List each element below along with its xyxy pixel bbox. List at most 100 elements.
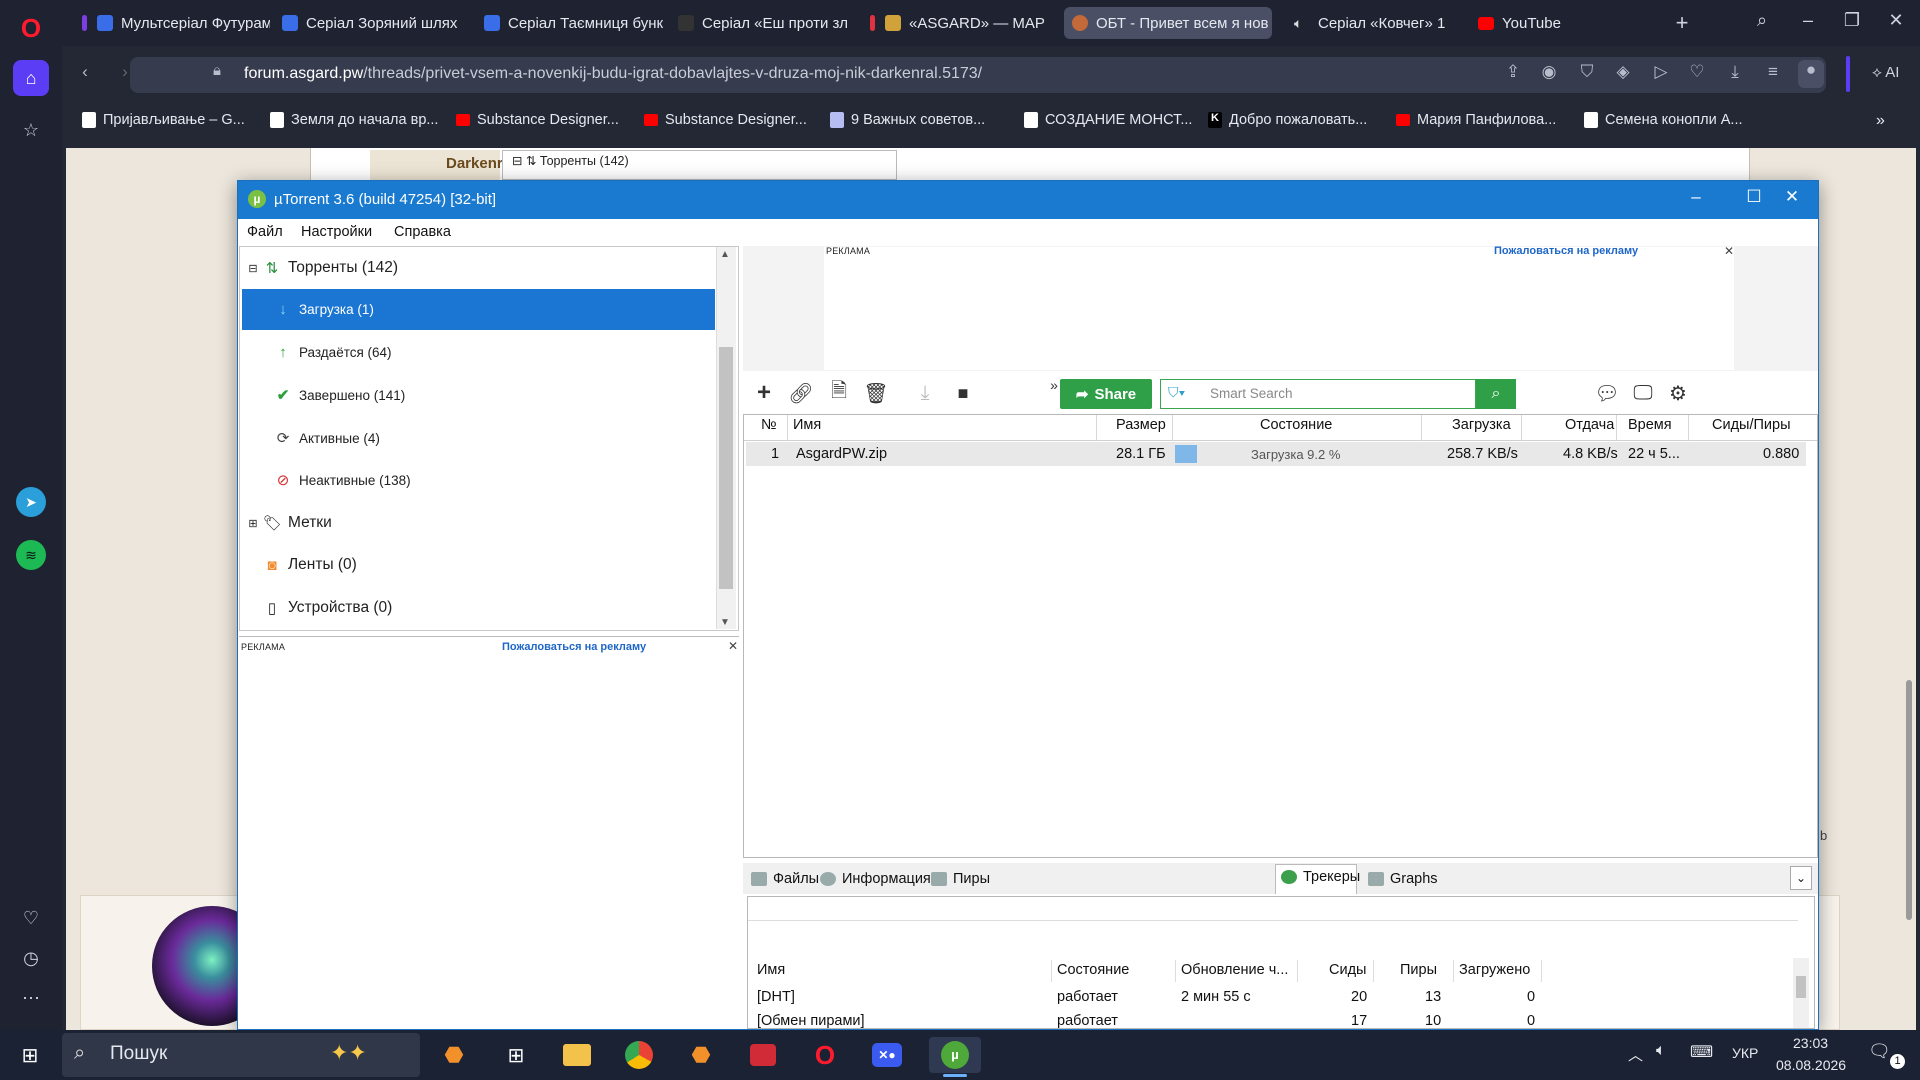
tab-files[interactable]: Файлы — [751, 871, 819, 887]
col-time[interactable]: Время — [1628, 417, 1672, 433]
add-link-icon[interactable]: 🔗︎ — [785, 377, 817, 409]
profile-icon[interactable]: ● — [1798, 60, 1824, 88]
tab-graphs[interactable]: Graphs — [1368, 871, 1438, 887]
fl-studio-2-icon[interactable]: ⬣ — [681, 1037, 721, 1073]
collapse-detail-icon[interactable]: ⌄ — [1790, 866, 1812, 890]
tree-scroll-thumb[interactable] — [719, 347, 733, 589]
tree-active[interactable]: ⟳ Активные (4) — [274, 429, 380, 447]
ut-minimize-button[interactable]: – — [1672, 187, 1720, 213]
volume-icon[interactable]: 🔈︎ — [1656, 1042, 1666, 1060]
more-icon[interactable]: ⋯ — [13, 980, 49, 1016]
shield-icon[interactable]: ⛉ — [1574, 62, 1600, 82]
tr-col-peers[interactable]: Пиры — [1400, 962, 1437, 978]
stop-icon[interactable]: ■ — [947, 377, 979, 409]
page-scrollbar[interactable] — [1906, 680, 1912, 920]
xbox-icon[interactable]: ✕● — [867, 1037, 907, 1073]
bookmark-item[interactable]: Мария Панфилова... — [1396, 112, 1556, 128]
tree-inactive[interactable]: ⊘ Неактивные (138) — [274, 471, 411, 489]
heart-icon[interactable]: ♡ — [13, 900, 49, 936]
bookmark-item[interactable]: СОЗДАНИЕ МОНСТ... — [1024, 112, 1192, 128]
clock-date[interactable]: 08.08.2026 — [1776, 1057, 1846, 1073]
scroll-down-icon[interactable]: ▼ — [720, 617, 730, 628]
tr-col-status[interactable]: Состояние — [1057, 962, 1129, 978]
opera-logo-icon[interactable]: O — [13, 10, 49, 46]
tab-youtube[interactable]: YouTube — [1470, 7, 1590, 39]
history-icon[interactable]: ◷ — [13, 940, 49, 976]
col-number[interactable]: № — [761, 417, 777, 433]
tree-labels[interactable]: ⊞ 🏷︎ Метки — [247, 514, 331, 532]
chrome-icon[interactable] — [619, 1037, 659, 1073]
notifications-icon[interactable]: 🗨︎ — [1868, 1041, 1891, 1062]
opera-taskbar-icon[interactable]: O — [805, 1037, 845, 1073]
file-explorer-icon[interactable] — [557, 1037, 597, 1073]
tab-ash-vs[interactable]: Серіал «Еш проти зло — [670, 7, 848, 39]
tab-peers[interactable]: Пиры — [931, 871, 990, 887]
tray-overflow-icon[interactable]: ︿ — [1628, 1044, 1643, 1065]
settings-gear-icon[interactable]: ⚙ — [1662, 377, 1694, 409]
search-provider-icon[interactable]: ⛉▾ — [1168, 384, 1185, 401]
tree-torrents[interactable]: ⊟ ⇅ Торренты (142) — [247, 259, 398, 277]
minimize-button[interactable]: – — [1794, 10, 1822, 36]
tree-completed[interactable]: ✔ Завершено (141) — [274, 386, 406, 404]
menu-help[interactable]: Справка — [394, 224, 451, 240]
tab-asgard-map[interactable]: «ASGARD» — MAP — [862, 7, 1058, 39]
scroll-up-icon[interactable]: ▲ — [720, 249, 730, 260]
create-torrent-icon[interactable]: 🗎︎ — [823, 377, 855, 409]
search-button[interactable]: ⌕ — [1476, 379, 1516, 409]
share-button[interactable]: ➦ Share — [1060, 379, 1152, 409]
lock-icon[interactable]: 🔒︎ — [204, 62, 230, 79]
bookmark-item[interactable]: Substance Designer... — [456, 112, 619, 128]
col-upload[interactable]: Отдача — [1565, 417, 1614, 433]
bookmark-item[interactable]: Пријављивање – G... — [82, 112, 245, 128]
tree-downloading[interactable]: ↓ Загрузка (1) — [274, 301, 374, 318]
top-ad-banner[interactable] — [824, 247, 1734, 370]
top-ad-close-icon[interactable]: ✕ — [1724, 244, 1734, 258]
menu-settings[interactable]: Настройки — [301, 224, 372, 240]
fl-studio-icon[interactable]: ⬣ — [434, 1037, 474, 1073]
play-icon[interactable]: ▷ — [1648, 62, 1674, 82]
bookmark-item[interactable]: K Добро пожаловать... — [1208, 112, 1367, 128]
language-indicator[interactable]: УКР — [1732, 1045, 1758, 1061]
forum-username[interactable]: Darkenr — [446, 155, 503, 172]
smart-search-input[interactable] — [1160, 379, 1476, 409]
start-download-icon[interactable]: ⤓ — [909, 377, 941, 409]
aria-ai-button[interactable]: ⟡ AI — [1872, 64, 1899, 81]
delete-icon[interactable]: 🗑︎ — [860, 377, 892, 409]
bookmark-item[interactable]: 9 Важных советов... — [830, 112, 985, 128]
tr-col-name[interactable]: Имя — [757, 962, 785, 978]
utorrent-taskbar-icon[interactable]: µ — [929, 1037, 981, 1073]
restore-button[interactable]: ❐ — [1838, 10, 1866, 36]
remote-icon[interactable]: 🖵︎ — [1627, 377, 1659, 409]
bookmarks-more-icon[interactable]: » — [1876, 112, 1885, 130]
home-icon[interactable]: ⌂ — [13, 60, 49, 96]
trackers-scroll-thumb[interactable] — [1796, 976, 1806, 998]
keyboard-icon[interactable]: ⌨ — [1690, 1042, 1713, 1062]
col-size[interactable]: Размер — [1116, 417, 1166, 433]
tr-col-downloaded[interactable]: Загружено — [1459, 962, 1530, 978]
tr-col-seeds[interactable]: Сиды — [1329, 962, 1366, 978]
left-ad-complain-link[interactable]: Пожаловаться на рекламу — [502, 641, 646, 653]
close-button[interactable]: ✕ — [1882, 10, 1910, 36]
col-ratio[interactable]: Сиды/Пиры — [1712, 417, 1791, 433]
vpn-icon[interactable]: ◈ — [1610, 62, 1636, 82]
share-icon[interactable]: ⇪ — [1500, 62, 1526, 82]
bookmark-item[interactable]: Семена конопли А... — [1584, 112, 1743, 128]
url-text[interactable]: forum.asgard.pw/threads/privet-vsem-a-no… — [244, 65, 982, 83]
tr-col-update[interactable]: Обновление ч... — [1181, 962, 1288, 978]
col-name[interactable]: Имя — [793, 417, 821, 433]
telegram-icon[interactable]: ➤ — [16, 487, 46, 517]
bookmark-item[interactable]: Substance Designer... — [644, 112, 807, 128]
new-tab-button[interactable]: + — [1668, 10, 1696, 36]
top-ad-complain-link[interactable]: Пожаловаться на рекламу — [1494, 245, 1638, 257]
camera-icon[interactable]: ◉ — [1536, 62, 1562, 82]
tree-devices[interactable]: ▯ Устройства (0) — [263, 599, 392, 617]
recorder-icon[interactable] — [743, 1037, 783, 1073]
search-tabs-icon[interactable]: ⌕ — [1748, 10, 1776, 36]
easy-setup-icon[interactable]: ≡ — [1760, 62, 1786, 82]
tab-bunker[interactable]: Серіал Таємниця бунк — [476, 7, 666, 39]
download-icon[interactable]: ⤓ — [1722, 62, 1748, 82]
utorrent-titlebar[interactable]: µ µTorrent 3.6 (build 47254) [32-bit] – … — [238, 181, 1818, 219]
ut-close-button[interactable]: ✕ — [1768, 187, 1816, 213]
col-download[interactable]: Загрузка — [1452, 417, 1511, 433]
tab-info[interactable]: Информация — [820, 871, 931, 887]
